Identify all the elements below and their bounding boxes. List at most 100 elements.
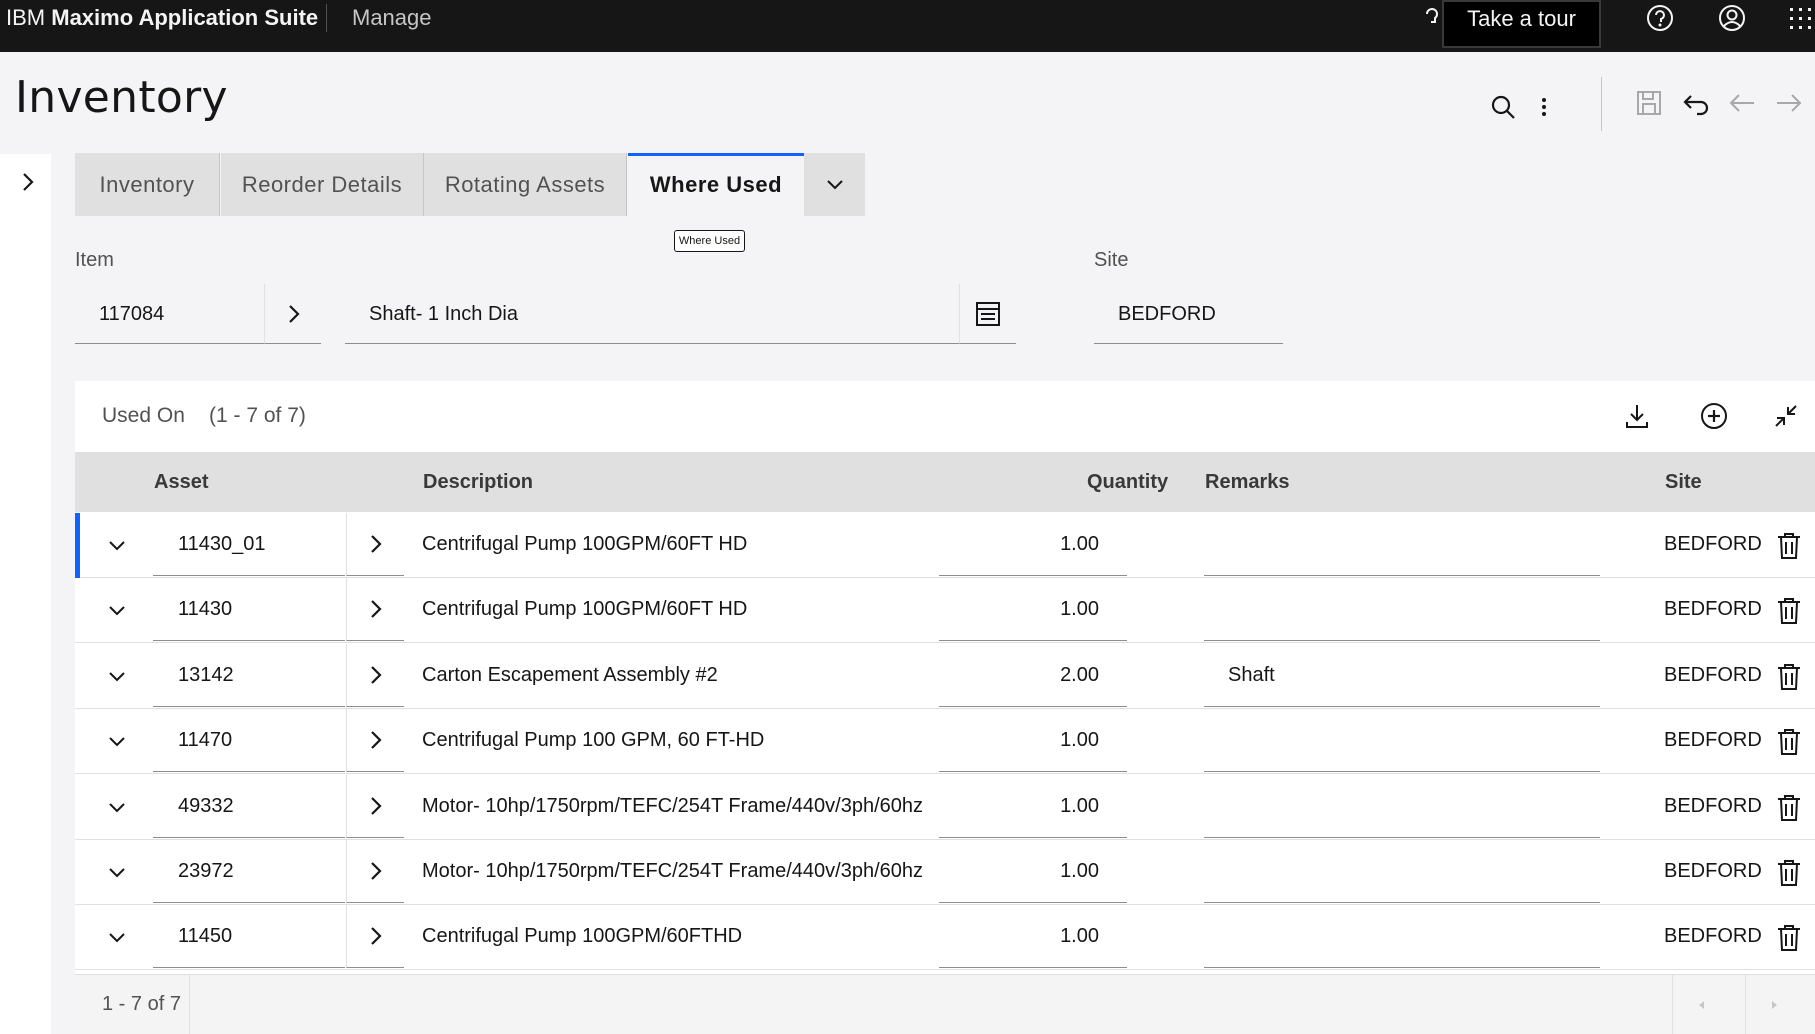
asset-field[interactable]: 11470 [153,709,345,772]
row-expand-chevron-icon[interactable] [105,729,129,753]
asset-field[interactable]: 23972 [153,840,345,903]
remarks-field[interactable] [1204,775,1600,838]
add-row-icon[interactable] [1699,401,1729,431]
row-expand-chevron-icon[interactable] [105,925,129,949]
expand-panel-chevron-icon[interactable] [18,170,38,194]
tab-where-used[interactable]: Where Used [628,153,804,216]
asset-detail-button[interactable] [346,709,404,772]
site-field[interactable]: BEDFORD [1094,284,1283,344]
product-name[interactable]: IBM Maximo Application Suite [6,0,318,36]
next-arrow-icon[interactable] [1774,88,1804,118]
item-detail-button[interactable] [264,284,321,344]
table-footer [75,974,1815,1034]
quantity-field[interactable]: 1.00 [939,709,1127,772]
quantity-field[interactable]: 1.00 [939,840,1127,903]
column-header-asset[interactable]: Asset [154,452,208,512]
table-row[interactable]: 23972 Motor- 10hp/1750rpm/TEFC/254T Frame… [75,840,1815,905]
overflow-menu-icon[interactable] [1530,92,1558,122]
long-description-button[interactable] [959,284,1016,344]
module-name[interactable]: Manage [352,0,432,36]
asset-detail-button[interactable] [346,905,404,968]
site-cell: BEDFORD [1664,925,1762,947]
table-row[interactable]: 11430_01 Centrifugal Pump 100GPM/60FT HD 1… [75,513,1815,578]
site-cell: BEDFORD [1664,598,1762,620]
delete-row-trash-icon[interactable] [1776,728,1802,756]
table-row[interactable]: 11470 Centrifugal Pump 100 GPM, 60 FT-HD 1… [75,709,1815,774]
remarks-field[interactable] [1204,840,1600,903]
asset-field[interactable]: 11430_01 [153,513,345,576]
app-switcher-icon[interactable] [1786,2,1815,34]
pagination-count: 1 - 7 of 7 [102,993,181,1015]
asset-detail-button[interactable] [346,840,404,903]
remarks-field[interactable] [1204,513,1600,576]
row-expand-chevron-icon[interactable] [105,860,129,884]
column-header-quantity[interactable]: Quantity [1087,452,1168,512]
user-profile-icon[interactable] [1716,2,1748,34]
asset-field[interactable]: 11450 [153,905,345,968]
previous-page-button[interactable] [1672,975,1728,1034]
site-cell: BEDFORD [1664,533,1762,555]
description-cell: Centrifugal Pump 100GPM/60FT HD [422,533,748,555]
asset-field[interactable]: 11430 [153,578,345,641]
row-expand-chevron-icon[interactable] [105,598,129,622]
previous-arrow-icon[interactable] [1727,88,1757,118]
minimize-icon[interactable] [1771,401,1801,431]
quantity-field[interactable]: 2.00 [939,644,1127,707]
row-expand-chevron-icon[interactable] [105,795,129,819]
asset-field[interactable]: 49332 [153,775,345,838]
take-a-tour-button[interactable]: Take a tour [1442,0,1601,48]
more-tabs-button[interactable] [804,153,865,216]
delete-row-trash-icon[interactable] [1776,663,1802,691]
column-header-description[interactable]: Description [423,452,533,512]
undo-icon[interactable] [1681,88,1711,118]
column-header-site[interactable]: Site [1665,452,1702,512]
item-description-field[interactable]: Shaft- 1 Inch Dia [345,284,959,344]
search-icon[interactable] [1488,92,1518,122]
tab-inventory[interactable]: Inventory [75,153,220,216]
header-divider [1601,77,1602,131]
asset-detail-button[interactable] [346,578,404,641]
delete-row-trash-icon[interactable] [1776,532,1802,560]
table-row[interactable]: 11430 Centrifugal Pump 100GPM/60FT HD 1.00… [75,578,1815,643]
description-cell: Centrifugal Pump 100GPM/60FTHD [422,925,743,947]
caret-right-icon [1772,1001,1777,1009]
table-row[interactable]: 11450 Centrifugal Pump 100GPM/60FTHD 1.00 B… [75,905,1815,970]
remarks-field[interactable] [1204,709,1600,772]
tab-rotating-assets[interactable]: Rotating Assets [424,153,627,216]
quantity-field[interactable]: 1.00 [939,775,1127,838]
download-icon[interactable] [1622,401,1652,431]
table-header: Asset Description Quantity Remarks Site [75,452,1815,512]
row-expand-chevron-icon[interactable] [105,664,129,688]
help-icon[interactable] [1644,2,1676,34]
asset-field[interactable]: 13142 [153,644,345,707]
tab-reorder-details[interactable]: Reorder Details [221,153,424,216]
left-side-panel [0,154,51,1034]
brand-name: Maximo Application Suite [51,5,319,30]
remarks-field[interactable] [1204,578,1600,641]
table-count: (1 - 7 of 7) [209,404,306,427]
column-header-remarks[interactable]: Remarks [1205,452,1290,512]
item-number-field[interactable]: 117084 [75,284,264,344]
description-cell: Centrifugal Pump 100 GPM, 60 FT-HD [422,729,765,751]
quantity-field[interactable]: 1.00 [939,905,1127,968]
remarks-field[interactable]: Shaft [1204,644,1600,707]
table-row[interactable]: 13142 Carton Escapement Assembly #2 2.00 Sh… [75,644,1815,709]
footer-divider [189,975,190,1034]
save-icon[interactable] [1634,88,1664,118]
delete-row-trash-icon[interactable] [1776,597,1802,625]
quantity-field[interactable]: 1.00 [939,513,1127,576]
quantity-field[interactable]: 1.00 [939,578,1127,641]
asset-detail-button[interactable] [346,775,404,838]
delete-row-trash-icon[interactable] [1776,794,1802,822]
asset-detail-button[interactable] [346,644,404,707]
delete-row-trash-icon[interactable] [1776,924,1802,952]
next-page-button[interactable] [1745,975,1801,1034]
chevron-down-icon [827,180,843,190]
remarks-field[interactable] [1204,905,1600,968]
row-expand-chevron-icon[interactable] [105,533,129,557]
chevron-right-icon [371,731,382,749]
table-row[interactable]: 49332 Motor- 10hp/1750rpm/TEFC/254T Frame… [75,775,1815,840]
delete-row-trash-icon[interactable] [1776,859,1802,887]
description-cell: Motor- 10hp/1750rpm/TEFC/254T Frame/440v… [422,860,923,882]
asset-detail-button[interactable] [346,513,404,576]
